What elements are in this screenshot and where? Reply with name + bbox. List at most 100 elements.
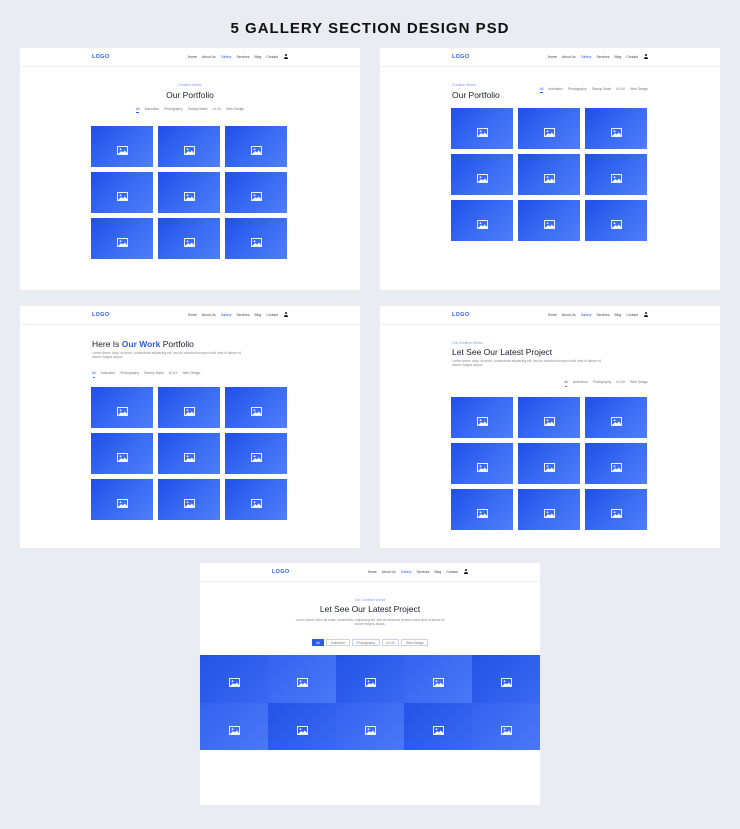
filter-tab-photography[interactable]: Photography xyxy=(568,87,587,91)
gallery-tile[interactable] xyxy=(91,479,153,520)
gallery-tile[interactable] xyxy=(585,154,647,195)
gallery-tile[interactable] xyxy=(472,655,540,703)
gallery-tile[interactable] xyxy=(585,200,647,241)
filter-tab-animation[interactable]: Animation xyxy=(548,87,563,91)
filter-tab-photography[interactable]: Photography xyxy=(120,371,139,375)
gallery-tile[interactable] xyxy=(451,108,513,149)
nav-item-services[interactable]: Services xyxy=(237,55,250,61)
nav-item-home[interactable]: Home xyxy=(368,570,377,576)
filter-tab-ui-ux[interactable]: UI UX xyxy=(616,380,625,384)
filter-tab-animation[interactable]: Animation xyxy=(326,639,350,647)
filter-tab-web-design[interactable]: Web Design xyxy=(401,639,429,647)
nav-item-about-us[interactable]: About Us xyxy=(382,570,396,576)
gallery-tile[interactable] xyxy=(200,655,268,703)
logo[interactable]: LOGO xyxy=(452,312,469,318)
filter-tab-ui-ux[interactable]: UI UX xyxy=(381,639,400,647)
gallery-tile[interactable] xyxy=(91,218,153,259)
gallery-tile[interactable] xyxy=(158,433,220,474)
user-icon[interactable] xyxy=(643,54,648,60)
user-icon[interactable] xyxy=(283,54,288,60)
filter-tab-photography[interactable]: Photography xyxy=(351,639,380,647)
user-icon[interactable] xyxy=(643,312,648,318)
nav-item-contact[interactable]: Contact xyxy=(626,313,638,319)
gallery-tile[interactable] xyxy=(91,126,153,167)
nav-item-services[interactable]: Services xyxy=(417,570,430,576)
gallery-tile[interactable] xyxy=(518,397,580,438)
gallery-tile[interactable] xyxy=(518,489,580,530)
gallery-tile[interactable] xyxy=(225,387,287,428)
nav-item-services[interactable]: Services xyxy=(237,313,250,319)
gallery-tile[interactable] xyxy=(585,108,647,149)
gallery-tile[interactable] xyxy=(336,702,404,750)
nav-item-gallery[interactable]: Gallery xyxy=(581,313,592,319)
gallery-tile[interactable] xyxy=(472,702,540,750)
nav-item-gallery[interactable]: Gallery xyxy=(401,570,412,576)
logo[interactable]: LOGO xyxy=(452,54,469,60)
nav-item-home[interactable]: Home xyxy=(188,313,197,319)
nav-item-contact[interactable]: Contact xyxy=(626,55,638,61)
gallery-tile[interactable] xyxy=(404,655,472,703)
gallery-tile[interactable] xyxy=(200,702,268,750)
gallery-tile[interactable] xyxy=(91,387,153,428)
filter-tab-web-design[interactable]: Web Design xyxy=(182,371,200,375)
nav-item-home[interactable]: Home xyxy=(548,313,557,319)
gallery-tile[interactable] xyxy=(451,489,513,530)
gallery-tile[interactable] xyxy=(268,655,336,703)
filter-tab-ui-ux[interactable]: UI UX xyxy=(616,87,625,91)
user-icon[interactable] xyxy=(463,569,468,575)
gallery-tile[interactable] xyxy=(225,218,287,259)
gallery-tile[interactable] xyxy=(518,154,580,195)
gallery-tile[interactable] xyxy=(404,702,472,750)
user-icon[interactable] xyxy=(283,312,288,318)
nav-item-gallery[interactable]: Gallery xyxy=(221,313,232,319)
filter-tab-animation[interactable]: Animation xyxy=(573,380,588,384)
nav-item-contact[interactable]: Contact xyxy=(266,55,278,61)
nav-item-blog[interactable]: Blog xyxy=(255,313,262,319)
nav-item-services[interactable]: Services xyxy=(597,313,610,319)
filter-tab-web-design[interactable]: Web Design xyxy=(630,87,648,91)
logo[interactable]: LOGO xyxy=(92,54,109,60)
gallery-tile[interactable] xyxy=(225,479,287,520)
logo[interactable]: LOGO xyxy=(272,569,289,575)
gallery-tile[interactable] xyxy=(225,172,287,213)
nav-item-about-us[interactable]: About Us xyxy=(562,55,576,61)
gallery-tile[interactable] xyxy=(518,443,580,484)
nav-item-contact[interactable]: Contact xyxy=(446,570,458,576)
gallery-tile[interactable] xyxy=(518,108,580,149)
gallery-tile[interactable] xyxy=(158,479,220,520)
gallery-tile[interactable] xyxy=(158,172,220,213)
gallery-tile[interactable] xyxy=(336,655,404,703)
gallery-tile[interactable] xyxy=(158,218,220,259)
nav-item-blog[interactable]: Blog xyxy=(435,570,442,576)
nav-item-blog[interactable]: Blog xyxy=(615,55,622,61)
nav-item-blog[interactable]: Blog xyxy=(615,313,622,319)
nav-item-home[interactable]: Home xyxy=(548,55,557,61)
nav-item-gallery[interactable]: Gallery xyxy=(221,55,232,61)
nav-item-gallery[interactable]: Gallery xyxy=(581,55,592,61)
filter-tab-web-design[interactable]: Web Design xyxy=(226,107,244,111)
logo[interactable]: LOGO xyxy=(92,312,109,318)
gallery-tile[interactable] xyxy=(91,172,153,213)
gallery-tile[interactable] xyxy=(91,433,153,474)
filter-tab-all[interactable]: All xyxy=(92,371,96,378)
filter-tab-all[interactable]: All xyxy=(539,87,543,93)
gallery-tile[interactable] xyxy=(451,200,513,241)
filter-tab-web-design[interactable]: Web Design xyxy=(630,380,648,384)
gallery-tile[interactable] xyxy=(225,433,287,474)
filter-tab-all[interactable]: All xyxy=(564,380,568,387)
gallery-tile[interactable] xyxy=(585,489,647,530)
filter-tab-all[interactable]: All xyxy=(311,639,325,647)
gallery-tile[interactable] xyxy=(585,443,647,484)
nav-item-contact[interactable]: Contact xyxy=(266,313,278,319)
nav-item-services[interactable]: Services xyxy=(597,55,610,61)
nav-item-about-us[interactable]: About Us xyxy=(202,313,216,319)
nav-item-blog[interactable]: Blog xyxy=(255,55,262,61)
filter-tab-ui-ux[interactable]: UI UX xyxy=(169,371,178,375)
filter-tab-photography[interactable]: Photography xyxy=(164,107,183,111)
gallery-tile[interactable] xyxy=(518,200,580,241)
gallery-tile[interactable] xyxy=(268,702,336,750)
gallery-tile[interactable] xyxy=(158,387,220,428)
gallery-tile[interactable] xyxy=(585,397,647,438)
filter-tab-ui-ux[interactable]: UI UX xyxy=(212,107,221,111)
filter-tab-photography[interactable]: Photography xyxy=(593,380,612,384)
